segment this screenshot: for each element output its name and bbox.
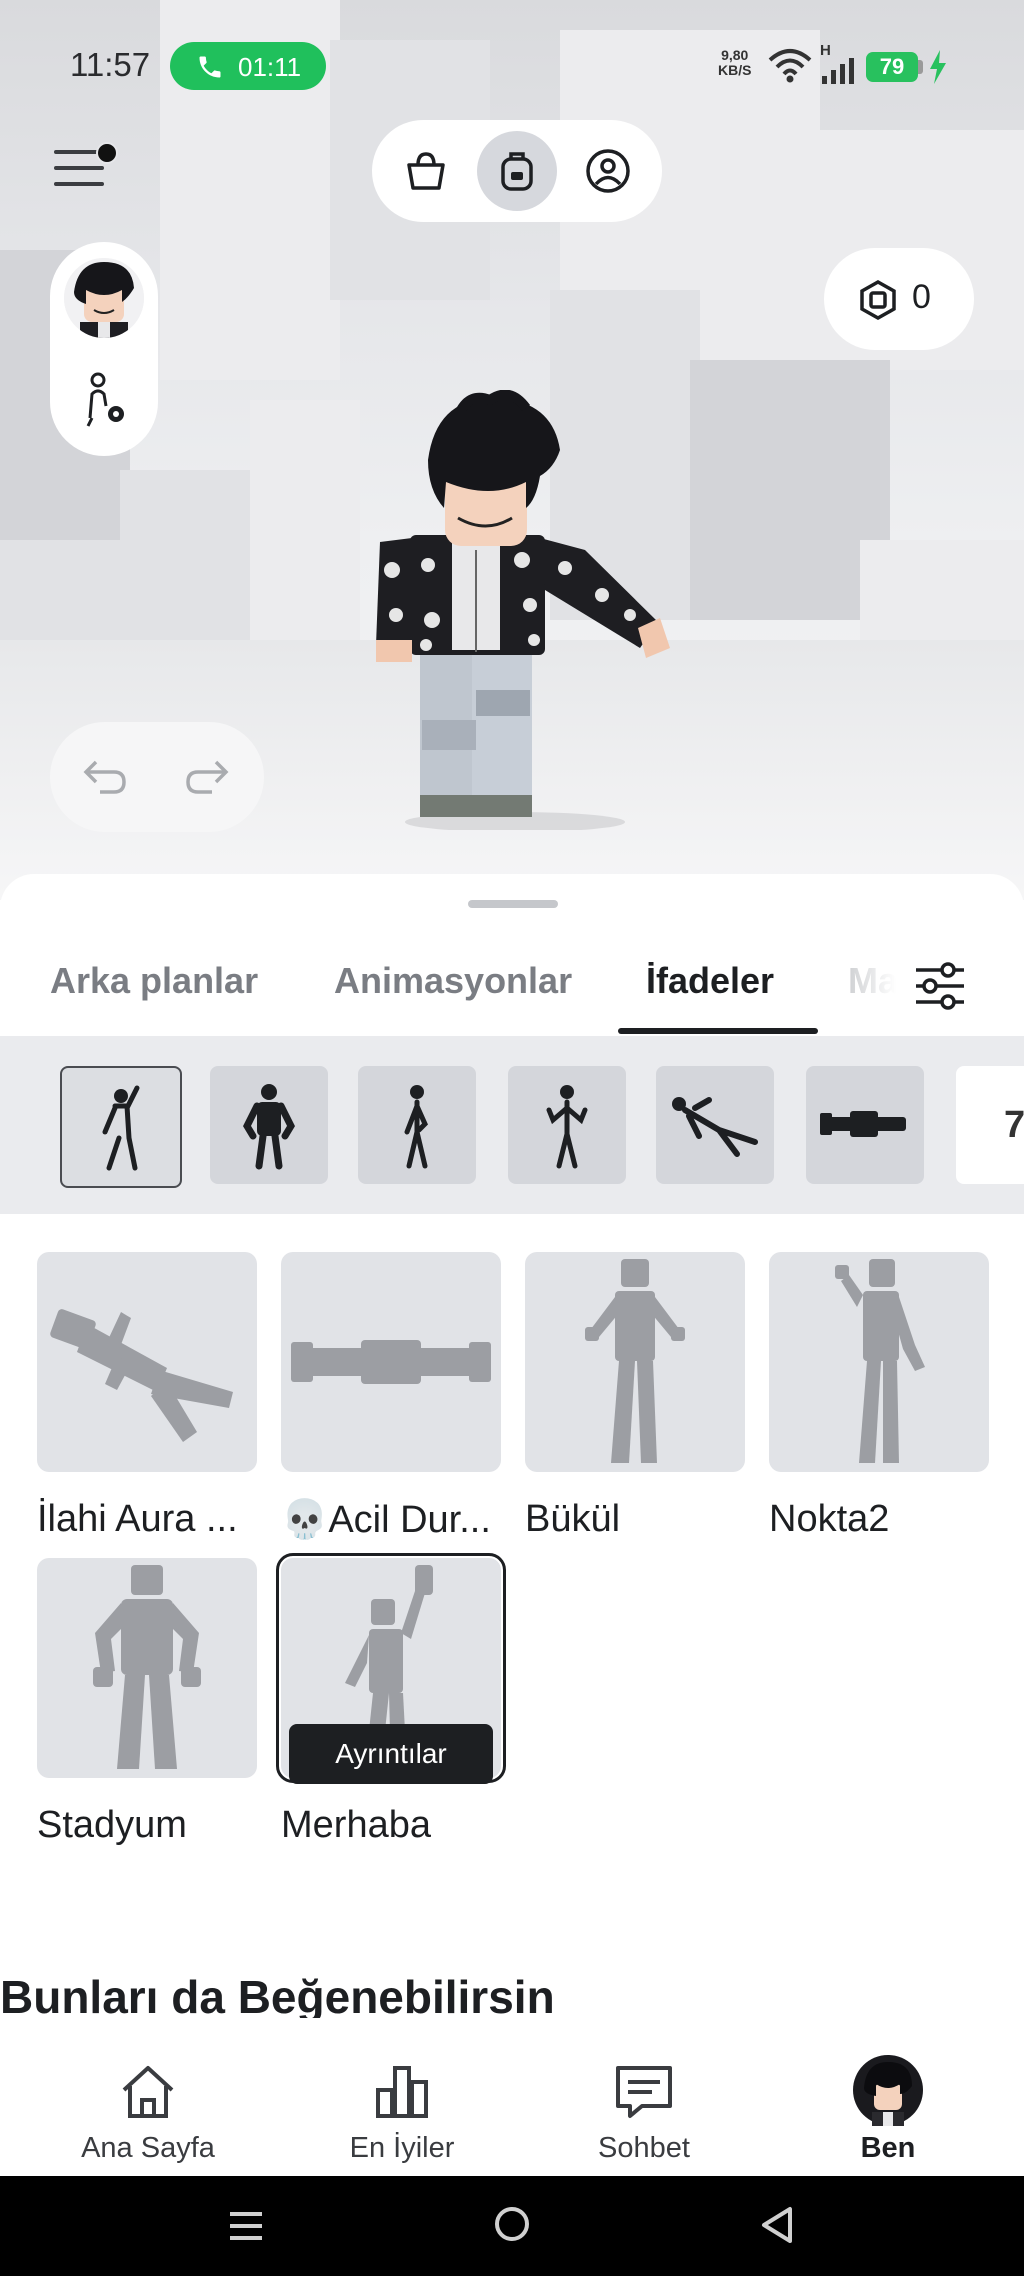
emote-item-label: Bükül [525,1498,621,1540]
menu-icon-bar [54,182,104,186]
home-icon [122,2066,174,2118]
system-navigation-bar [0,2176,1024,2276]
ongoing-call-pill[interactable]: 01:11 [170,42,326,90]
network-speed: 9,80 KB/S [718,48,751,78]
tab-fade [840,950,920,1030]
avatar-settings-icon[interactable] [82,372,130,428]
sheet-drag-handle[interactable] [468,900,558,908]
undo-icon[interactable] [82,756,128,796]
nav-chat-label: Sohbet [598,2132,690,2164]
emote-slot-4[interactable] [508,1066,626,1184]
network-speed-value: 9,80 [721,47,749,63]
back-triangle-icon[interactable] [760,2206,794,2244]
emote-thumbnail[interactable] [769,1252,989,1472]
emote-item-label: Merhaba [281,1804,431,1846]
emote-slot-6[interactable] [806,1066,924,1184]
recommendations-section-title: Bunları da Beğenebilirsin [0,1971,555,2023]
emote-thumbnail[interactable] [37,1558,257,1778]
avatar-card [50,242,158,456]
emote-slot-7[interactable]: 7 [956,1066,1024,1184]
emote-item-label: Nokta2 [769,1498,890,1540]
active-tab-underline [618,1028,818,1034]
tab-profile[interactable] [568,131,648,211]
emote-flex-icon [243,1084,295,1170]
bottom-navigation: Ana Sayfa En İyiler Sohbet Ben [0,2018,1024,2176]
nav-home-label: Ana Sayfa [81,2132,215,2164]
emote-item-label: Stadyum [37,1804,187,1846]
nav-charts[interactable]: En İyiler [312,2032,492,2164]
chat-icon [616,2066,672,2118]
emote-slot-strip: 7 [0,1036,1024,1214]
emote-slot-7-number: 7 [1004,1104,1024,1146]
redo-icon[interactable] [184,756,230,796]
emote-item-label: İlahi Aura ... [37,1498,238,1540]
tab-animations[interactable]: Animasyonlar [334,960,572,1002]
nav-home[interactable]: Ana Sayfa [58,2032,238,2164]
bar-chart-icon [376,2066,428,2118]
emote-wave-icon [102,1085,140,1171]
emote-lie-flat-icon [820,1111,906,1137]
robux-amount: 0 [912,278,931,316]
avatar-character[interactable] [340,390,740,830]
profile-icon [586,149,630,193]
robux-icon [860,280,896,320]
nav-me-label: Ben [860,2132,916,2164]
top-segmented-tabs [372,120,662,222]
notification-dot [96,142,118,164]
call-timer: 01:11 [238,52,302,82]
avatar-headshot[interactable] [64,258,144,338]
nav-chat[interactable]: Sohbet [554,2032,734,2164]
emote-item-label: 💀Acil Dur... [281,1499,491,1541]
clock: 11:57 [70,46,151,83]
emote-thumbnail[interactable] [525,1252,745,1472]
emote-slot-1[interactable] [60,1066,182,1188]
menu-icon-bar [54,166,104,170]
filter-sliders-icon[interactable] [910,956,970,1016]
emote-thumbnail[interactable] [37,1252,257,1472]
emote-slot-2[interactable] [210,1066,328,1184]
undo-redo-pill [50,722,264,832]
battery-indicator: 79 [866,52,918,82]
details-button[interactable]: Ayrıntılar [289,1724,493,1784]
nav-charts-label: En İyiler [349,2132,455,2164]
status-bar: 11:57 01:11 9,80 KB/S H 79 [0,40,1024,96]
avatar-icon [853,2055,923,2126]
tab-shop[interactable] [386,131,466,211]
emote-fly-icon [672,1097,758,1157]
battery-tip [918,60,923,74]
emote-thumbnail[interactable] [281,1252,501,1472]
home-circle-icon[interactable] [494,2206,530,2242]
wifi-icon [768,49,812,83]
backpack-icon [501,152,533,191]
shop-bag-icon [407,152,445,190]
tab-backgrounds[interactable]: Arka planlar [50,960,258,1002]
emote-shrug-icon [546,1085,588,1169]
robux-balance[interactable]: 0 [824,248,974,350]
tab-emotes[interactable]: İfadeler [646,960,774,1002]
emote-slot-5[interactable] [656,1066,774,1184]
nav-me[interactable]: Ben [798,2032,978,2164]
network-speed-unit: KB/S [718,62,752,78]
tab-inventory[interactable] [477,131,557,211]
phone-icon [199,56,221,78]
emote-slot-3[interactable] [358,1066,476,1184]
emote-stand-icon [404,1085,428,1169]
charging-bolt-icon [930,50,946,84]
recent-apps-icon[interactable] [228,2208,264,2244]
